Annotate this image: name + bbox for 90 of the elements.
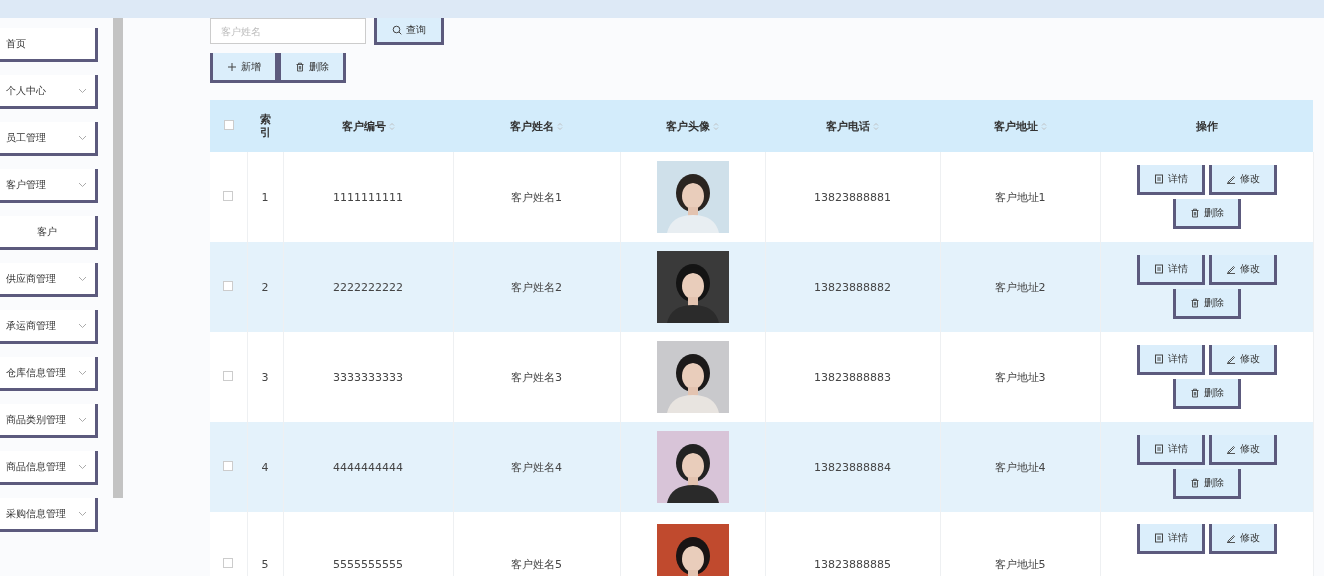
- details-button[interactable]: 详情: [1136, 345, 1205, 375]
- table-cell: 客户地址5: [994, 557, 1046, 571]
- sort-icon[interactable]: [557, 121, 563, 131]
- trash-icon: [295, 61, 305, 72]
- checkbox[interactable]: [223, 190, 234, 201]
- scrollbar[interactable]: [113, 18, 123, 498]
- plus-icon: [227, 61, 237, 72]
- sort-icon[interactable]: [1040, 121, 1047, 131]
- pencil-icon: [1225, 263, 1236, 274]
- sort-icon[interactable]: [388, 121, 395, 131]
- checkbox[interactable]: [223, 280, 234, 291]
- table-cell: 客户地址4: [994, 460, 1046, 474]
- trash-icon: [1189, 297, 1200, 308]
- table-cell: 客户姓名4: [511, 460, 562, 474]
- document-icon: [1153, 263, 1164, 274]
- edit-button[interactable]: 修改: [1208, 524, 1277, 554]
- delete-button[interactable]: 删除: [1172, 469, 1241, 499]
- pencil-icon: [1225, 532, 1236, 543]
- delete-button[interactable]: 删除: [1172, 199, 1241, 229]
- index-cell: 2: [261, 280, 269, 294]
- checkbox[interactable]: [223, 557, 234, 568]
- column-header: 操作: [1195, 118, 1218, 134]
- table-cell: 1111111111: [333, 190, 403, 204]
- search-icon: [392, 25, 402, 35]
- column-header: 客户头像: [666, 118, 710, 134]
- pencil-icon: [1225, 353, 1236, 364]
- details-button[interactable]: 详情: [1136, 165, 1205, 195]
- checkbox[interactable]: [223, 119, 234, 130]
- column-header: 索引: [258, 114, 272, 139]
- document-icon: [1153, 443, 1164, 454]
- table-cell: 13823888882: [814, 280, 891, 294]
- table-cell: 13823888883: [814, 370, 891, 384]
- sort-icon[interactable]: [873, 121, 879, 131]
- index-cell: 5: [261, 557, 269, 571]
- sidebar-item[interactable]: 首页: [0, 28, 98, 62]
- edit-button[interactable]: 修改: [1208, 345, 1277, 375]
- table-cell: 2222222222: [333, 280, 403, 294]
- sidebar-item[interactable]: 客户管理: [0, 169, 98, 203]
- delete-button[interactable]: 删除: [278, 53, 346, 83]
- details-button[interactable]: 详情: [1136, 435, 1205, 465]
- table-cell: 客户姓名5: [511, 557, 562, 571]
- document-icon: [1153, 353, 1164, 364]
- trash-icon: [1189, 477, 1200, 488]
- trash-icon: [1189, 207, 1200, 218]
- index-cell: 3: [261, 370, 269, 384]
- details-button[interactable]: 详情: [1136, 524, 1205, 554]
- index-cell: 1: [261, 190, 269, 204]
- index-cell: 4: [261, 460, 269, 474]
- search-button[interactable]: 查询: [374, 18, 444, 45]
- search-field[interactable]: 客户姓名: [210, 18, 366, 44]
- column-header: 客户姓名: [510, 118, 554, 134]
- document-icon: [1153, 532, 1164, 543]
- submenu-item[interactable]: 客户: [0, 216, 98, 250]
- details-button[interactable]: 详情: [1136, 255, 1205, 285]
- table-cell: 13823888884: [814, 460, 891, 474]
- add-button[interactable]: 新增: [210, 53, 278, 83]
- pencil-icon: [1225, 443, 1236, 454]
- sidebar-item[interactable]: 商品类别管理: [0, 404, 98, 438]
- edit-button[interactable]: 修改: [1208, 435, 1277, 465]
- sidebar-item[interactable]: 个人中心: [0, 75, 98, 109]
- sidebar-item[interactable]: 采购信息管理: [0, 498, 98, 532]
- document-icon: [1153, 173, 1164, 184]
- table-cell: 3333333333: [333, 370, 403, 384]
- table-cell: 客户地址3: [994, 370, 1046, 384]
- delete-button[interactable]: 删除: [1172, 379, 1241, 409]
- edit-button[interactable]: 修改: [1208, 255, 1277, 285]
- column-header: 客户地址: [993, 118, 1038, 134]
- table-cell: 客户地址1: [994, 190, 1046, 204]
- sidebar-item[interactable]: 供应商管理: [0, 263, 98, 297]
- sidebar-item[interactable]: 员工管理: [0, 122, 98, 156]
- edit-button[interactable]: 修改: [1208, 165, 1277, 195]
- delete-button[interactable]: 删除: [1172, 289, 1241, 319]
- pencil-icon: [1225, 173, 1236, 184]
- trash-icon: [1189, 387, 1200, 398]
- sidebar-item[interactable]: 商品信息管理: [0, 451, 98, 485]
- table-cell: 13823888881: [814, 190, 891, 204]
- table-cell: 5555555555: [333, 557, 403, 571]
- sort-icon[interactable]: [713, 121, 719, 131]
- sidebar-item[interactable]: 仓库信息管理: [0, 357, 98, 391]
- checkbox[interactable]: [223, 370, 234, 381]
- column-header: 客户电话: [826, 118, 870, 134]
- table-cell: 客户姓名3: [511, 370, 562, 384]
- table-cell: 4444444444: [333, 460, 403, 474]
- checkbox[interactable]: [223, 460, 234, 471]
- table-cell: 客户地址2: [994, 280, 1046, 294]
- column-header: 客户编号: [341, 118, 386, 134]
- sidebar-item[interactable]: 承运商管理: [0, 310, 98, 344]
- table-cell: 13823888885: [814, 557, 891, 571]
- table-cell: 客户姓名2: [511, 280, 562, 294]
- table-cell: 客户姓名1: [511, 190, 562, 204]
